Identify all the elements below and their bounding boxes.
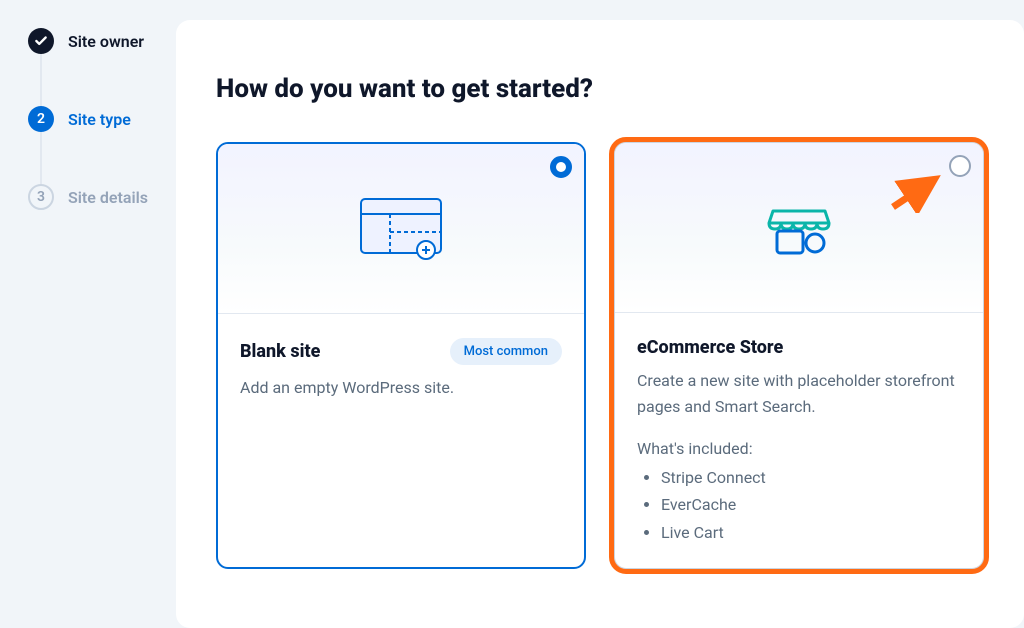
card-title: eCommerce Store bbox=[637, 337, 783, 358]
list-item: EverCache bbox=[661, 491, 961, 518]
card-title: Blank site bbox=[240, 341, 320, 362]
step-connector bbox=[40, 132, 42, 184]
site-type-options: Blank site Most common Add an empty Word… bbox=[216, 142, 984, 569]
radio-unselected-icon[interactable] bbox=[949, 155, 971, 177]
step-number-icon: 3 bbox=[28, 184, 54, 210]
main-panel: How do you want to get started? Blank si… bbox=[176, 20, 1024, 628]
check-icon bbox=[28, 28, 54, 54]
step-label: Site owner bbox=[68, 32, 144, 51]
included-label: What's included: bbox=[637, 439, 961, 458]
step-site-owner[interactable]: Site owner bbox=[28, 28, 168, 54]
step-number-icon: 2 bbox=[28, 106, 54, 132]
card-body: Blank site Most common Add an empty Word… bbox=[218, 314, 584, 567]
card-description: Create a new site with placeholder store… bbox=[637, 368, 961, 419]
step-label: Site details bbox=[68, 188, 148, 207]
step-site-details[interactable]: 3 Site details bbox=[28, 184, 168, 210]
most-common-badge: Most common bbox=[450, 338, 562, 365]
card-body: eCommerce Store Create a new site with p… bbox=[615, 313, 983, 568]
card-description: Add an empty WordPress site. bbox=[240, 375, 562, 401]
list-item: Stripe Connect bbox=[661, 464, 961, 491]
storefront-icon bbox=[763, 197, 835, 259]
step-connector bbox=[40, 54, 42, 106]
list-item: Live Cart bbox=[661, 519, 961, 546]
annotation-arrow-icon bbox=[887, 173, 947, 213]
card-illustration-area bbox=[615, 143, 983, 313]
step-label: Site type bbox=[68, 110, 131, 129]
step-site-type[interactable]: 2 Site type bbox=[28, 106, 168, 132]
page-title: How do you want to get started? bbox=[216, 74, 984, 104]
layout-template-icon bbox=[360, 198, 442, 260]
card-illustration-area bbox=[218, 144, 584, 314]
option-blank-site[interactable]: Blank site Most common Add an empty Word… bbox=[216, 142, 586, 569]
option-ecommerce-store[interactable]: eCommerce Store Create a new site with p… bbox=[614, 142, 984, 569]
radio-selected-icon[interactable] bbox=[550, 156, 572, 178]
included-list: Stripe Connect EverCache Live Cart bbox=[637, 464, 961, 546]
wizard-stepper: Site owner 2 Site type 3 Site details bbox=[0, 0, 176, 628]
